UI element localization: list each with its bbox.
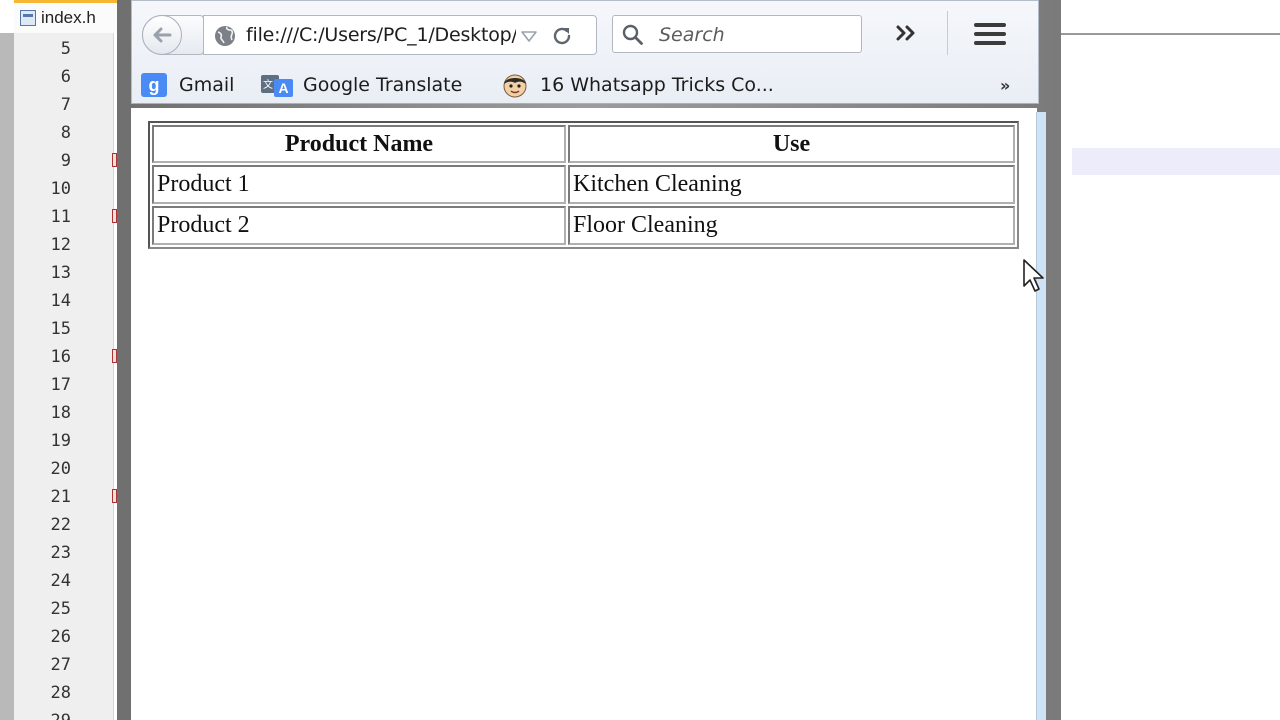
line-number: 15 bbox=[50, 319, 71, 339]
mouse-cursor-icon bbox=[1023, 259, 1044, 292]
editor-current-line bbox=[1072, 148, 1280, 175]
table-row: Product 2 Floor Cleaning bbox=[152, 206, 1015, 245]
translate-icon: A 文 bbox=[261, 75, 293, 97]
editor-divider bbox=[1060, 33, 1280, 35]
line-number: 20 bbox=[50, 459, 71, 479]
editor-tab[interactable]: index.h bbox=[14, 0, 134, 33]
line-number: 14 bbox=[50, 291, 71, 311]
search-bar[interactable] bbox=[612, 15, 862, 53]
column-header-product-name: Product Name bbox=[152, 125, 566, 163]
url-text[interactable]: file:///C:/Users/PC_1/Desktop/index.html bbox=[246, 24, 516, 48]
svg-text:A: A bbox=[278, 80, 288, 96]
product-table: Product Name Use Product 1 Kitchen Clean… bbox=[148, 121, 1019, 249]
table-header-row: Product Name Use bbox=[152, 125, 1015, 163]
file-icon bbox=[20, 10, 36, 26]
line-number: 26 bbox=[50, 627, 71, 647]
line-number: 18 bbox=[50, 403, 71, 423]
hamburger-menu-button[interactable] bbox=[972, 19, 1008, 49]
line-number: 27 bbox=[50, 655, 71, 675]
line-number: 7 bbox=[60, 95, 71, 115]
line-number-gutter: 5 6 7 8 9 10 11 12 13 14 15 16 17 18 19 20 21 22 23 24 25 26 2… bbox=[14, 33, 117, 720]
bookmark-whatsapp-tricks[interactable]: 16 Whatsapp Tricks Co... bbox=[502, 69, 774, 101]
line-number: 21 bbox=[50, 487, 71, 507]
svg-text:文: 文 bbox=[263, 78, 273, 91]
toolbar-overflow-button[interactable] bbox=[894, 21, 922, 45]
dropdown-icon[interactable] bbox=[520, 29, 538, 43]
bookmarks-overflow-button[interactable]: » bbox=[1000, 73, 1024, 97]
hamburger-menu-icon-bar bbox=[974, 41, 1006, 45]
bookmarks-toolbar: g Gmail A 文 Google Translate 16 Whatsapp… bbox=[136, 69, 1036, 101]
line-number: 17 bbox=[50, 375, 71, 395]
line-number: 22 bbox=[50, 515, 71, 535]
line-number: 12 bbox=[50, 235, 71, 255]
gmail-icon: g bbox=[141, 73, 167, 97]
line-number: 23 bbox=[50, 543, 71, 563]
line-number: 19 bbox=[50, 431, 71, 451]
globe-icon bbox=[215, 26, 235, 46]
hamburger-menu-icon bbox=[974, 23, 1006, 27]
bookmark-gmail-label: Gmail bbox=[179, 74, 235, 96]
line-number: 24 bbox=[50, 571, 71, 591]
back-arrow-icon bbox=[153, 27, 172, 43]
bookmark-gmail[interactable]: g Gmail bbox=[140, 69, 234, 101]
column-header-use: Use bbox=[568, 125, 1015, 163]
table-cell: Floor Cleaning bbox=[568, 206, 1015, 245]
line-number: 11 bbox=[50, 207, 71, 227]
window-border-right bbox=[1036, 112, 1046, 720]
avatar-icon bbox=[503, 74, 527, 98]
browser-window: file:///C:/Users/PC_1/Desktop/index.html bbox=[117, 0, 1061, 720]
chevron-double-right-icon bbox=[896, 25, 915, 41]
table-cell: Product 2 bbox=[152, 206, 566, 245]
back-button[interactable] bbox=[142, 15, 182, 55]
search-input[interactable] bbox=[659, 22, 849, 48]
table-cell: Product 1 bbox=[152, 165, 566, 204]
table-row: Product 1 Kitchen Cleaning bbox=[152, 165, 1015, 204]
editor-gutter-edge bbox=[0, 33, 14, 720]
hamburger-menu-icon-bar bbox=[974, 32, 1006, 36]
line-number: 10 bbox=[50, 179, 71, 199]
line-number: 28 bbox=[50, 683, 71, 703]
reload-icon[interactable] bbox=[550, 24, 574, 48]
toolbar-separator bbox=[947, 11, 948, 55]
editor-tab-label: index.h bbox=[41, 8, 96, 27]
bookmark-google-translate[interactable]: A 文 Google Translate bbox=[260, 69, 462, 101]
line-number: 5 bbox=[60, 39, 71, 59]
line-number: 13 bbox=[50, 263, 71, 283]
line-number: 25 bbox=[50, 599, 71, 619]
line-number: 8 bbox=[60, 123, 71, 143]
line-number: 29 bbox=[51, 711, 71, 720]
line-number: 9 bbox=[60, 151, 71, 171]
line-number: 16 bbox=[50, 347, 71, 367]
address-bar[interactable]: file:///C:/Users/PC_1/Desktop/index.html bbox=[203, 15, 597, 55]
table-cell: Kitchen Cleaning bbox=[568, 165, 1015, 204]
bookmark-whatsapp-label: 16 Whatsapp Tricks Co... bbox=[540, 74, 774, 96]
back-forward-group bbox=[142, 15, 204, 55]
search-icon bbox=[622, 24, 643, 45]
line-number: 6 bbox=[60, 67, 71, 87]
svg-text:g: g bbox=[149, 75, 160, 95]
bookmark-translate-label: Google Translate bbox=[303, 74, 463, 96]
browser-toolbar: file:///C:/Users/PC_1/Desktop/index.html bbox=[131, 0, 1039, 104]
